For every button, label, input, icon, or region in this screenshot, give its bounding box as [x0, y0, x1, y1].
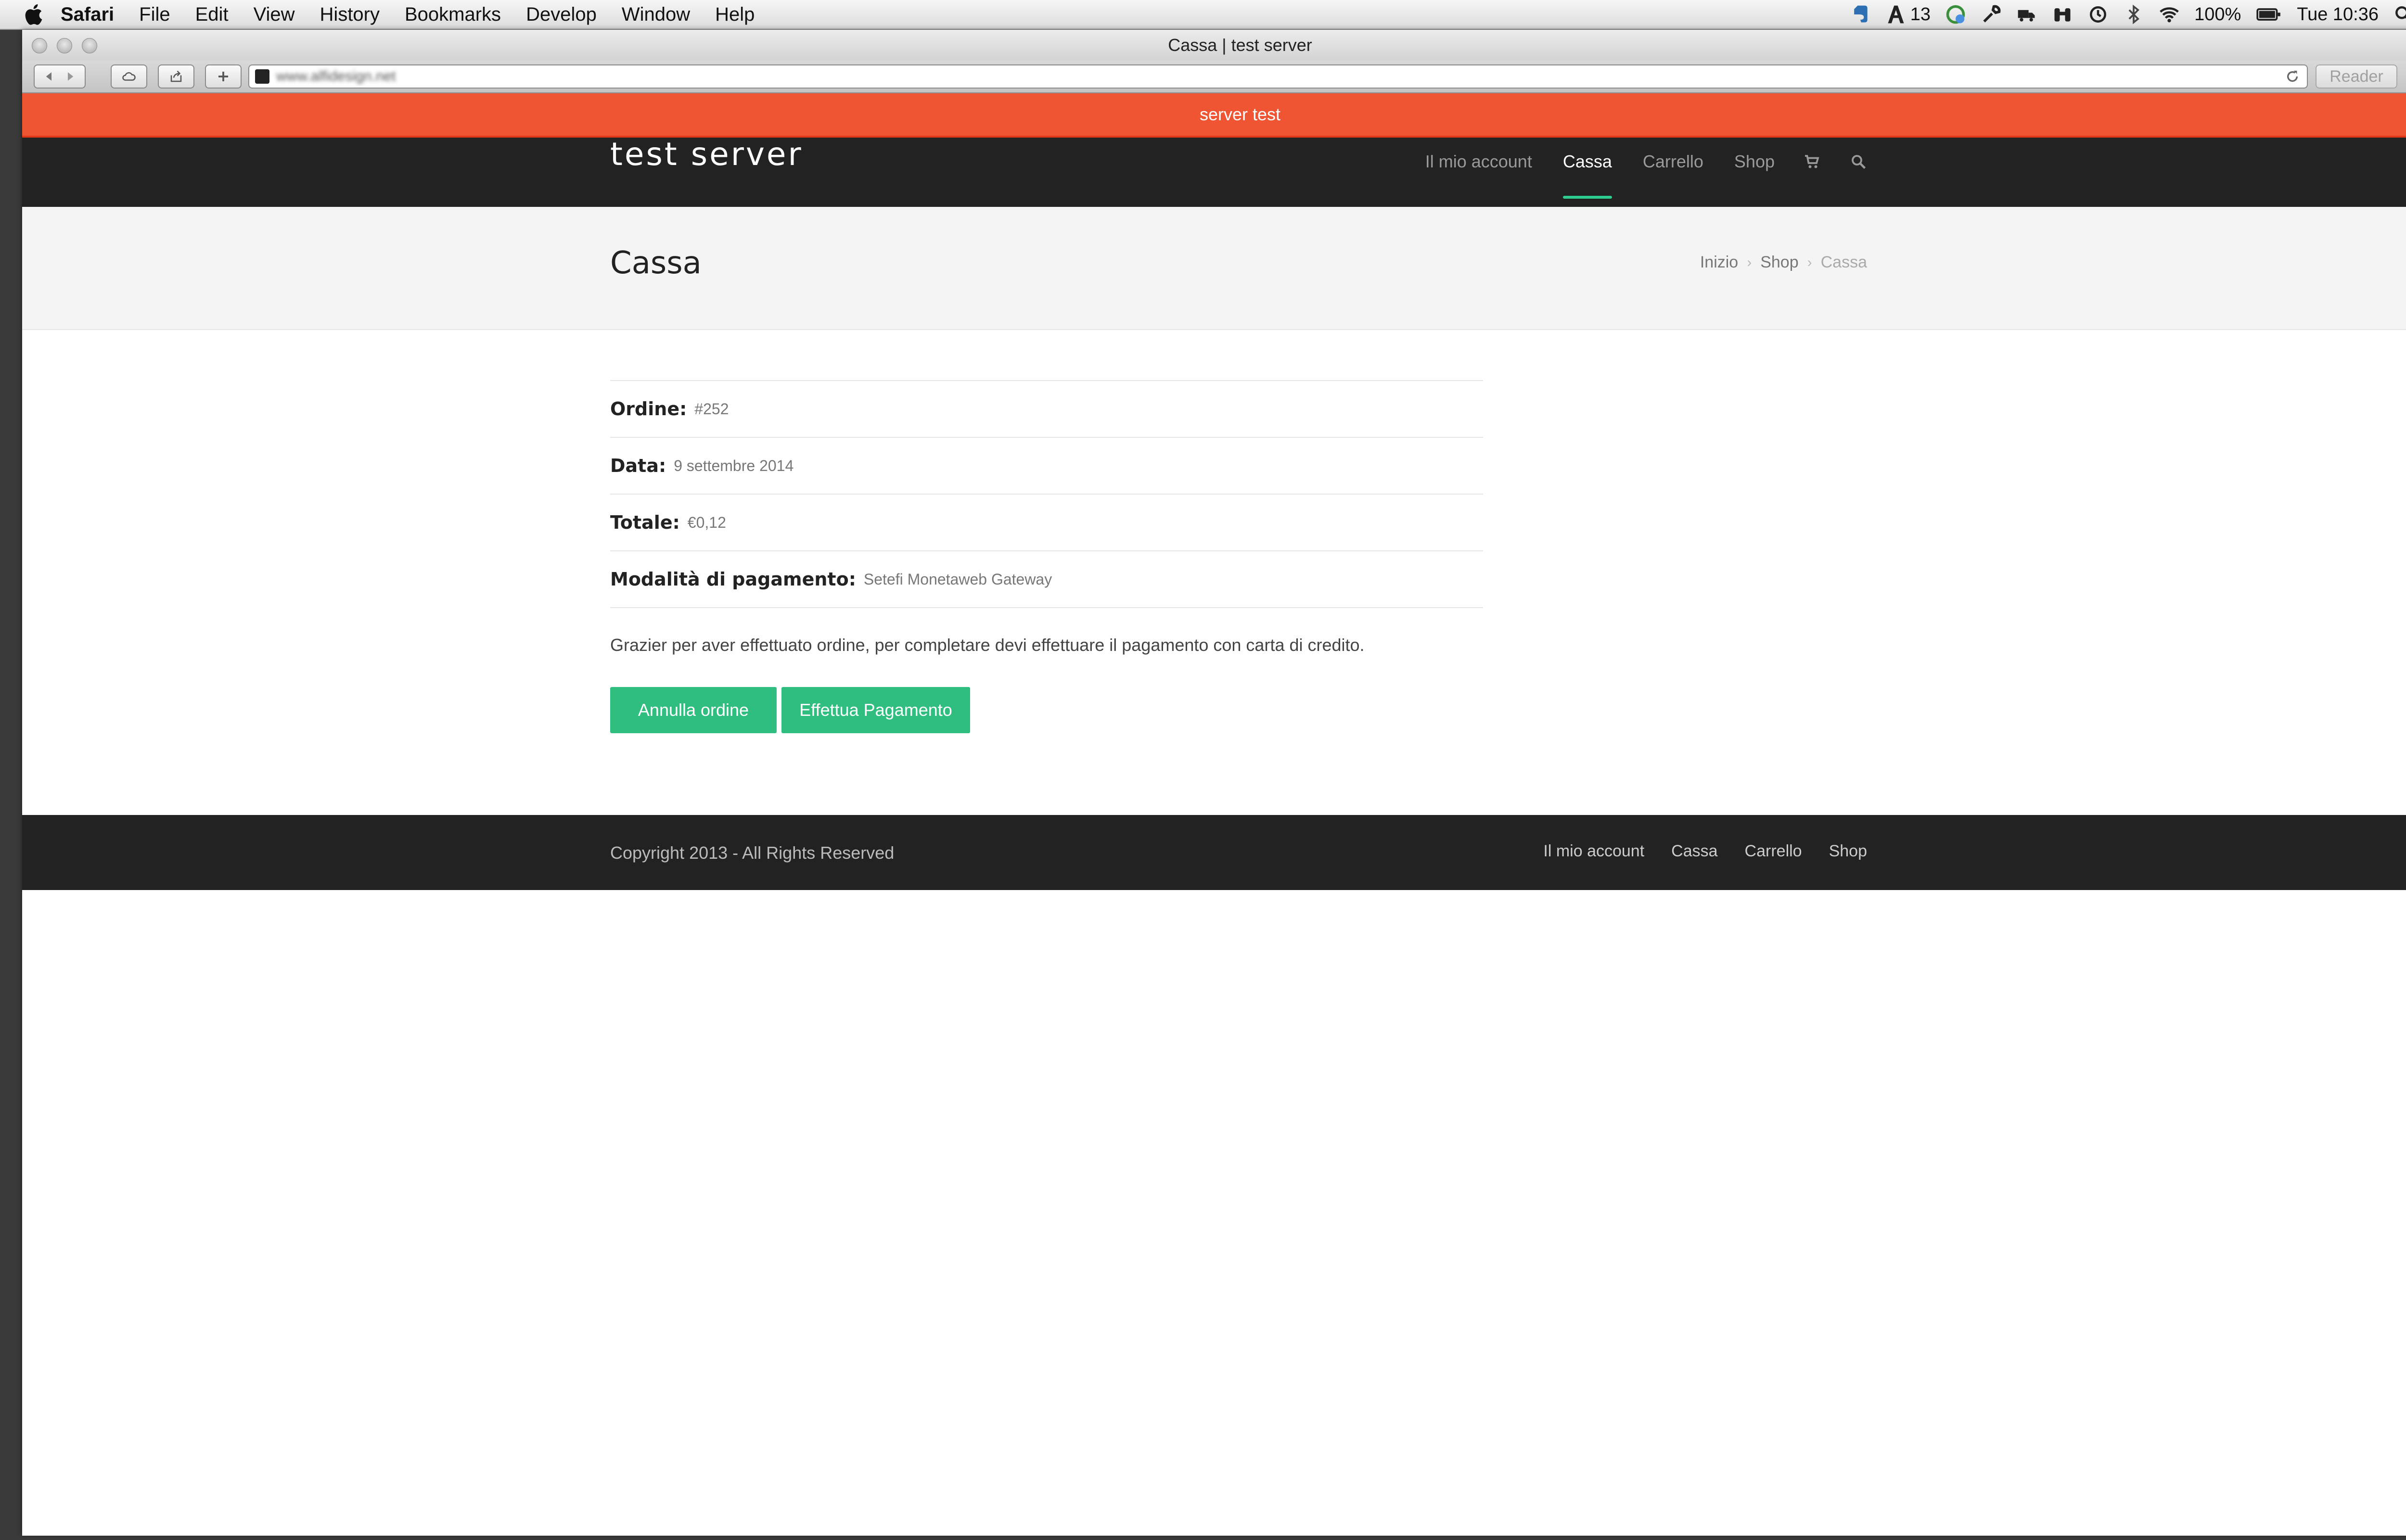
battery-percent[interactable]: 100%	[2194, 4, 2241, 25]
clock[interactable]: Tue 10:36	[2297, 4, 2379, 25]
footer-link-account[interactable]: Il mio account	[1543, 842, 1644, 861]
sync-icon[interactable]	[1945, 4, 1966, 25]
web-page: server test test server Il mio account C…	[22, 93, 2406, 1536]
battery-icon[interactable]	[2255, 4, 2282, 25]
footer-nav: Il mio account Cassa Carrello Shop	[1516, 842, 1867, 861]
site-title[interactable]: test server	[610, 136, 803, 173]
breadcrumb-shop[interactable]: Shop	[1760, 253, 1798, 272]
order-total-value: €0,12	[687, 513, 726, 531]
footer-link-cassa[interactable]: Cassa	[1671, 842, 1717, 861]
address-bar[interactable]: www.alfidesign.net	[248, 64, 2308, 89]
new-tab-button[interactable]	[205, 64, 242, 89]
reload-icon[interactable]	[2285, 69, 2300, 84]
copyright-text: Copyright 2013 - All Rights Reserved	[610, 843, 895, 863]
site-footer: Copyright 2013 - All Rights Reserved Il …	[22, 815, 2406, 893]
nav-item-cassa[interactable]: Cassa	[1562, 152, 1612, 199]
badge-count: 13	[1910, 4, 1931, 25]
share-button[interactable]	[158, 64, 194, 89]
back-icon[interactable]	[42, 69, 56, 84]
order-details: Ordine: #252 Data: 9 settembre 2014 Tota…	[610, 380, 1483, 608]
payment-method-label: Modalità di pagamento:	[610, 569, 856, 590]
main-nav: Il mio account Cassa Carrello Shop	[1395, 138, 1867, 199]
order-date-value: 9 settembre 2014	[674, 457, 794, 474]
nav-item-account[interactable]: Il mio account	[1425, 152, 1532, 172]
close-window-button[interactable]	[32, 38, 47, 53]
cart-icon[interactable]	[1804, 153, 1821, 170]
order-date-label: Data:	[610, 455, 666, 476]
page-blank-area	[22, 890, 2406, 1536]
server-notice-text: server test	[1199, 104, 1281, 124]
site-header: test server Il mio account Cassa Carrell…	[22, 136, 2406, 207]
order-date-row: Data: 9 settembre 2014	[610, 438, 1483, 495]
binoculars-icon[interactable]	[2052, 4, 2073, 25]
order-number-row: Ordine: #252	[610, 381, 1483, 438]
footer-link-shop[interactable]: Shop	[1829, 842, 1867, 861]
search-icon[interactable]	[1850, 153, 1867, 170]
nav-item-carrello[interactable]: Carrello	[1643, 152, 1703, 172]
adobe-icon	[1888, 5, 1904, 24]
window-title: Cassa | test server	[1168, 35, 1312, 55]
breadcrumb-current: Cassa	[1820, 253, 1867, 271]
browser-toolbar: www.alfidesign.net Reader	[22, 61, 2406, 93]
zoom-window-button[interactable]	[82, 38, 97, 53]
page-title: Cassa	[610, 245, 702, 281]
menu-edit[interactable]: Edit	[195, 4, 229, 25]
order-number-value: #252	[694, 400, 729, 418]
evernote-icon[interactable]	[1850, 4, 1871, 25]
main-content: Ordine: #252 Data: 9 settembre 2014 Tota…	[22, 330, 2406, 815]
adobe-status[interactable]: 13	[1885, 4, 1931, 25]
status-area: 13 100% Tue 10:36	[1850, 0, 2406, 29]
title-bar[interactable]: Cassa | test server	[22, 30, 2406, 61]
page-header: Cassa Inizio › Shop › Cassa	[22, 207, 2406, 330]
address-url-text[interactable]: www.alfidesign.net	[276, 68, 396, 85]
payment-instructions: Grazier per aver effettuato ordine, per …	[610, 635, 1365, 655]
menu-bar: Safari File Edit View History Bookmarks …	[0, 0, 2406, 30]
truck-icon[interactable]	[2016, 4, 2037, 25]
spotlight-icon[interactable]	[2393, 4, 2406, 25]
order-total-row: Totale: €0,12	[610, 495, 1483, 551]
back-forward-buttons[interactable]	[34, 64, 86, 89]
wrench-icon[interactable]	[1981, 4, 2002, 25]
cloud-icon	[122, 72, 136, 81]
bluetooth-icon[interactable]	[2123, 4, 2144, 25]
menu-history[interactable]: History	[320, 4, 380, 25]
wifi-icon[interactable]	[2159, 4, 2180, 25]
order-number-label: Ordine:	[610, 398, 687, 420]
cancel-order-button[interactable]: Annulla ordine	[610, 687, 777, 733]
server-notice-bar: server test	[22, 93, 2406, 138]
time-machine-icon[interactable]	[2087, 4, 2109, 25]
apple-icon[interactable]	[22, 2, 43, 26]
breadcrumb: Inizio › Shop › Cassa	[1700, 253, 1867, 272]
nav-item-shop[interactable]: Shop	[1734, 152, 1775, 172]
payment-method-value: Setefi Monetaweb Gateway	[863, 570, 1052, 588]
menu-window[interactable]: Window	[622, 4, 690, 25]
menu-file[interactable]: File	[139, 4, 170, 25]
chevron-right-icon: ›	[1747, 254, 1752, 270]
share-icon	[170, 70, 182, 82]
plus-icon	[218, 72, 228, 81]
menu-develop[interactable]: Develop	[526, 4, 597, 25]
breadcrumb-home[interactable]: Inizio	[1700, 253, 1738, 272]
forward-icon[interactable]	[63, 69, 77, 84]
browser-window: Cassa | test server www.alfidesign.net R…	[22, 30, 2406, 1536]
menu-help[interactable]: Help	[715, 4, 755, 25]
payment-method-row: Modalità di pagamento: Setefi Monetaweb …	[610, 551, 1483, 608]
chevron-right-icon: ›	[1807, 254, 1812, 270]
menu-app-safari[interactable]: Safari	[61, 4, 114, 25]
menu-bookmarks[interactable]: Bookmarks	[405, 4, 501, 25]
menu-view[interactable]: View	[254, 4, 295, 25]
icloud-tabs-button[interactable]	[111, 64, 147, 89]
minimize-window-button[interactable]	[57, 38, 72, 53]
footer-link-carrello[interactable]: Carrello	[1745, 842, 1802, 861]
order-total-label: Totale:	[610, 512, 680, 533]
site-favicon-icon	[255, 69, 269, 84]
pay-button[interactable]: Effettua Pagamento	[781, 687, 970, 733]
reader-button[interactable]: Reader	[2316, 64, 2397, 89]
